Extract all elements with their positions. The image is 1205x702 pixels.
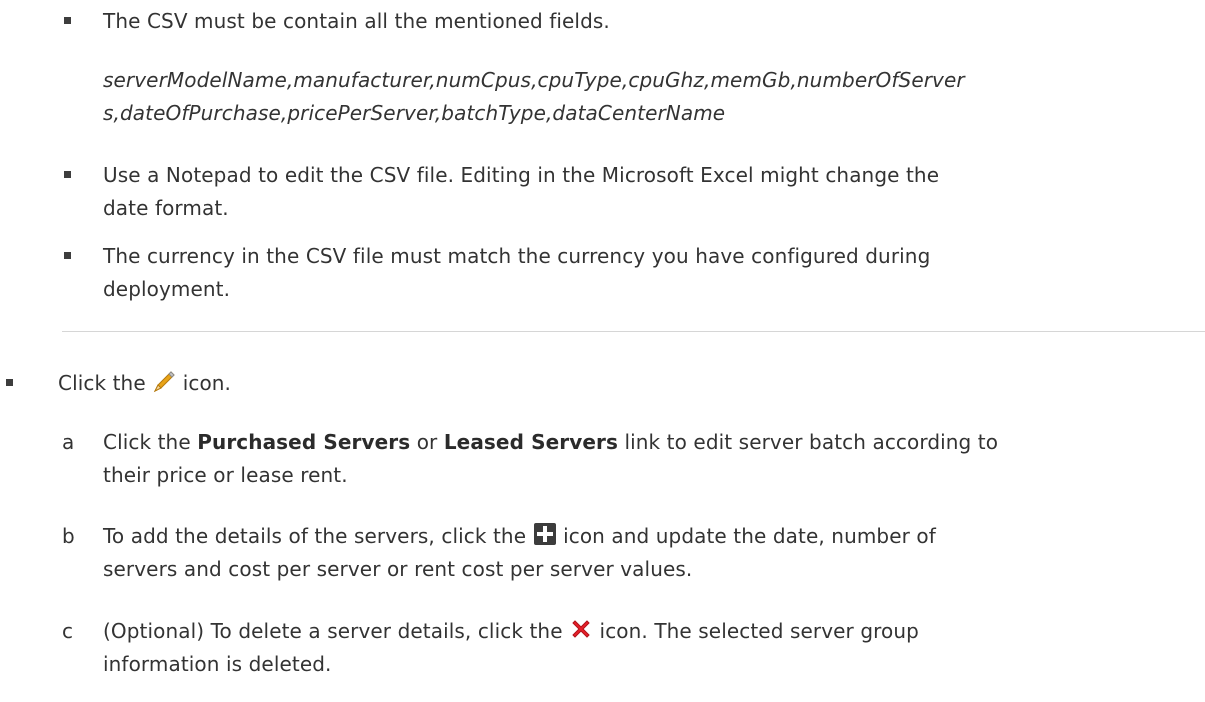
divider: [62, 331, 1205, 332]
currency-note: The currency in the CSV file must match …: [103, 244, 931, 268]
csv-fields-list: serverModelName,manufacturer,numCpus,cpu…: [103, 68, 965, 92]
csv-fields-list-cont: s,dateOfPurchase,pricePerServer,batchTyp…: [103, 101, 726, 125]
substep-b: To add the details of the servers, click…: [103, 521, 936, 554]
substep-a-middle: or: [416, 430, 438, 454]
substep-a-cont: their price or lease rent.: [103, 463, 348, 487]
leased-servers-link: Leased Servers: [443, 430, 618, 454]
bullet: [64, 17, 71, 24]
bullet: [6, 379, 13, 386]
substep-a-prefix: Click the: [103, 430, 191, 454]
substep-letter-a: a: [62, 430, 75, 454]
notepad-note-cont: date format.: [103, 196, 229, 220]
bullet: [64, 252, 71, 259]
substep-letter-b: b: [62, 524, 75, 548]
add-icon: [533, 522, 557, 554]
main-step-suffix: icon.: [182, 371, 232, 395]
substep-c-cont: information is deleted.: [103, 652, 332, 676]
purchased-servers-link: Purchased Servers: [197, 430, 411, 454]
bullet: [64, 171, 71, 178]
currency-note-cont: deployment.: [103, 277, 231, 301]
notepad-note: Use a Notepad to edit the CSV file. Edit…: [103, 163, 940, 187]
substep-c-prefix: (Optional) To delete a server details, c…: [103, 619, 563, 643]
substep-b-cont: servers and cost per server or rent cost…: [103, 557, 693, 581]
substep-b-prefix: To add the details of the servers, click…: [103, 524, 527, 548]
substep-a-suffix: link to edit server batch according to: [624, 430, 999, 454]
pencil-icon: [152, 369, 176, 401]
substep-a: Click the Purchased Servers or Leased Se…: [103, 427, 998, 457]
substep-letter-c: c: [62, 619, 74, 643]
main-step: Click the icon.: [58, 368, 231, 401]
main-step-prefix: Click the: [58, 371, 146, 395]
substep-b-suffix: icon and update the date, number of: [563, 524, 936, 548]
substep-c-suffix: icon. The selected server group: [599, 619, 919, 643]
substep-c: (Optional) To delete a server details, c…: [103, 616, 919, 649]
delete-icon: [569, 617, 593, 649]
csv-fields-note: The CSV must be contain all the mentione…: [103, 9, 610, 33]
